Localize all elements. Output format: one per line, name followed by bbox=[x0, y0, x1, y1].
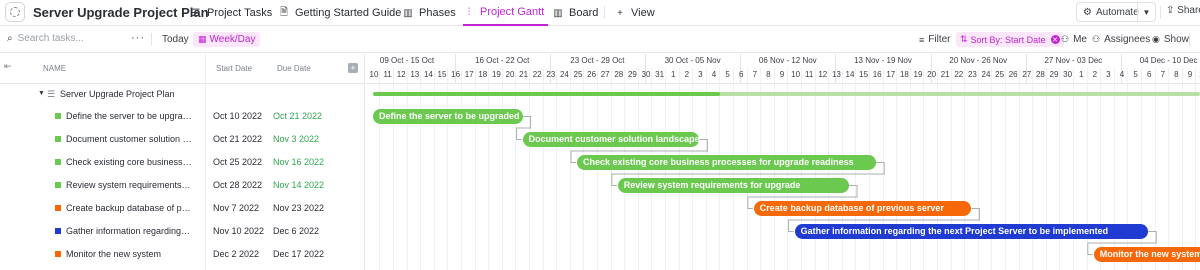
sort-button[interactable]: ⇅ Sort By: Start Date ✕ bbox=[956, 32, 1064, 47]
table-row[interactable]: Review system requirements for... Oct 28 … bbox=[0, 174, 365, 197]
task-name[interactable]: Check existing core business pr... bbox=[66, 157, 192, 167]
eye-icon: ◉ bbox=[1152, 34, 1160, 44]
start-date[interactable]: Oct 10 2022 bbox=[213, 111, 262, 121]
assignees-button[interactable]: ⚇ Assignees bbox=[1092, 34, 1150, 45]
task-name[interactable]: Monitor the new system bbox=[66, 249, 192, 259]
board-icon: ▥ bbox=[553, 7, 563, 19]
column-header-name[interactable]: NAME bbox=[43, 64, 66, 73]
today-button[interactable]: Today bbox=[162, 34, 189, 45]
status-square[interactable] bbox=[55, 205, 61, 211]
top-bar: Server Upgrade Project Plan ☰ Project Ta… bbox=[0, 0, 1200, 26]
gantt-bar[interactable]: Review system requirements for upgrade bbox=[617, 178, 849, 193]
due-date[interactable]: Dec 6 2022 bbox=[273, 226, 319, 236]
due-date[interactable]: Nov 14 2022 bbox=[273, 180, 324, 190]
add-view-button[interactable]: + View bbox=[614, 0, 655, 26]
start-date[interactable]: Oct 25 2022 bbox=[213, 157, 262, 167]
calendar-icon: ▦ bbox=[198, 34, 207, 44]
divider bbox=[1160, 6, 1161, 19]
filter-icon: ≡ bbox=[919, 34, 925, 45]
task-name[interactable]: Define the server to be upgraded bbox=[66, 111, 192, 121]
add-column-button[interactable]: + bbox=[348, 63, 358, 73]
sort-icon: ⇅ bbox=[960, 34, 968, 44]
gantt-bar[interactable]: Gather information regarding the next Pr… bbox=[794, 224, 1149, 239]
table-row[interactable]: Check existing core business pr... Oct 25… bbox=[0, 151, 365, 174]
task-name[interactable]: Create backup database of prev... bbox=[66, 203, 192, 213]
table-row[interactable]: Define the server to be upgraded Oct 10 2… bbox=[0, 105, 365, 128]
gantt-chart: 09 Oct - 15 Oct 16 Oct - 22 Oct 23 Oct - 2… bbox=[366, 54, 1200, 270]
list-icon: ☰ bbox=[191, 7, 201, 19]
gantt-icon: ⫶ bbox=[467, 6, 471, 18]
start-date[interactable]: Oct 21 2022 bbox=[213, 134, 262, 144]
tab-board[interactable]: ▥ Board bbox=[552, 0, 598, 26]
search-box[interactable]: ⌕ bbox=[7, 33, 108, 44]
task-name[interactable]: Document customer solution lan... bbox=[66, 134, 192, 144]
gantt-bar[interactable]: Monitor the new system bbox=[1093, 247, 1200, 262]
table-row[interactable]: Monitor the new system Dec 2 2022 Dec 17 2… bbox=[0, 243, 365, 266]
task-name[interactable]: Gather information regarding th... bbox=[66, 226, 192, 236]
show-button[interactable]: ◉ Show bbox=[1152, 34, 1189, 45]
close-icon[interactable]: ✕ bbox=[1050, 35, 1060, 44]
space-icon[interactable] bbox=[5, 2, 25, 22]
due-date[interactable]: Oct 21 2022 bbox=[273, 111, 322, 121]
tab-getting-started-guide[interactable]: 🗎 Getting Started Guide bbox=[278, 0, 401, 26]
document-icon: 🗎 bbox=[279, 6, 289, 18]
table-header: ⇤ NAME Start Date Due Date + bbox=[0, 54, 365, 84]
filter-button[interactable]: ≡ Filter bbox=[919, 34, 951, 45]
search-input[interactable] bbox=[17, 33, 108, 44]
task-name[interactable]: Review system requirements for... bbox=[66, 180, 192, 190]
group-row[interactable]: ▼ ☰ Server Upgrade Project Plan bbox=[0, 85, 365, 105]
due-date[interactable]: Nov 16 2022 bbox=[273, 157, 324, 167]
tab-phases[interactable]: ▥ Phases bbox=[402, 0, 455, 26]
status-square[interactable] bbox=[55, 251, 61, 257]
gantt-bar[interactable]: Create backup database of previous serve… bbox=[753, 201, 972, 216]
users-icon: ⚇ bbox=[1092, 34, 1101, 44]
user-icon: ⚇ bbox=[1061, 34, 1070, 44]
status-square[interactable] bbox=[55, 159, 61, 165]
status-square[interactable] bbox=[55, 136, 61, 142]
start-date[interactable]: Nov 10 2022 bbox=[213, 226, 264, 236]
table-row[interactable]: Create backup database of prev... Nov 7 2… bbox=[0, 197, 365, 220]
search-icon: ⌕ bbox=[7, 33, 13, 44]
gantt-bar[interactable]: Check existing core business processes f… bbox=[577, 155, 877, 170]
tab-project-tasks[interactable]: ☰ Project Tasks bbox=[190, 0, 273, 26]
page-title: Server Upgrade Project Plan bbox=[33, 5, 209, 20]
table-row[interactable]: Gather information regarding th... Nov 10… bbox=[0, 220, 365, 243]
list-icon: ☰ bbox=[47, 89, 56, 99]
automate-button[interactable]: ⚙ Automate ▼ bbox=[1076, 2, 1156, 22]
due-date[interactable]: Dec 17 2022 bbox=[273, 249, 324, 259]
me-filter-button[interactable]: ⚇ Me bbox=[1061, 34, 1087, 45]
chevron-down-icon[interactable]: ▼ bbox=[1137, 3, 1155, 21]
share-icon: ⇪ bbox=[1166, 5, 1175, 16]
gantt-bar[interactable]: Define the server to be upgraded bbox=[373, 109, 523, 124]
start-date[interactable]: Oct 28 2022 bbox=[213, 180, 262, 190]
status-square[interactable] bbox=[55, 182, 61, 188]
robot-icon: ⚙ bbox=[1083, 6, 1092, 18]
table-row[interactable]: Document customer solution lan... Oct 21 … bbox=[0, 128, 365, 151]
due-date[interactable]: Nov 23 2022 bbox=[273, 203, 324, 213]
divider bbox=[1189, 33, 1190, 46]
column-header-start-date[interactable]: Start Date bbox=[216, 64, 252, 73]
chevron-down-icon[interactable]: ▼ bbox=[38, 90, 45, 97]
collapse-icon[interactable]: ⇤ bbox=[4, 61, 12, 72]
board-icon: ▥ bbox=[403, 7, 413, 19]
divider bbox=[604, 6, 605, 19]
gantt-bar[interactable]: Document customer solution landscape bbox=[522, 132, 700, 147]
start-date[interactable]: Dec 2 2022 bbox=[213, 249, 259, 259]
task-table: ⇤ NAME Start Date Due Date + ▼ ☰ Server … bbox=[0, 54, 365, 270]
due-date[interactable]: Nov 3 2022 bbox=[273, 134, 319, 144]
plus-icon: + bbox=[617, 7, 623, 19]
toolbar: ⌕ ··· Today ▦ Week/Day ≡ Filter ⇅ Sort B… bbox=[0, 27, 1200, 53]
scale-select[interactable]: ▦ Week/Day bbox=[193, 32, 261, 47]
tab-project-gantt[interactable]: ⫶ Project Gantt bbox=[463, 0, 549, 26]
group-name: Server Upgrade Project Plan bbox=[60, 89, 175, 99]
share-button[interactable]: ⇪ Share bbox=[1166, 5, 1200, 16]
status-square[interactable] bbox=[55, 113, 61, 119]
status-square[interactable] bbox=[55, 228, 61, 234]
divider bbox=[151, 33, 152, 46]
column-header-due-date[interactable]: Due Date bbox=[277, 64, 311, 73]
more-options-icon[interactable]: ··· bbox=[131, 32, 145, 44]
start-date[interactable]: Nov 7 2022 bbox=[213, 203, 259, 213]
